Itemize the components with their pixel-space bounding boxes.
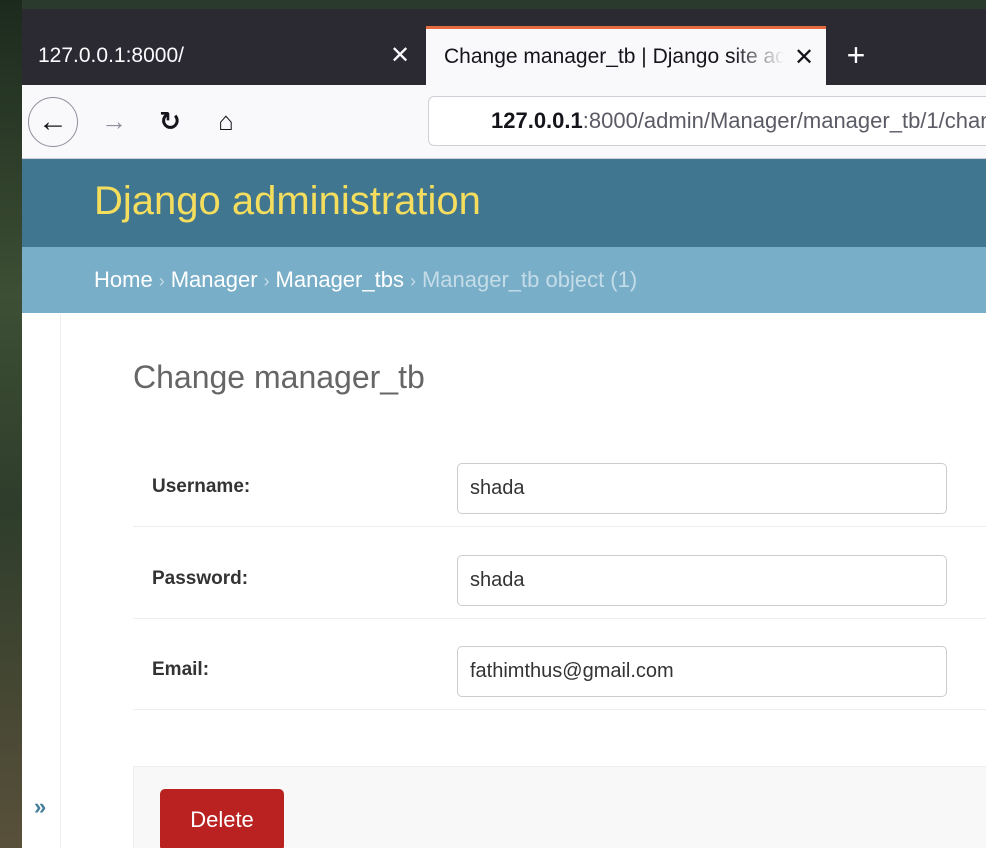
close-tab-icon[interactable]: ✕ (784, 43, 824, 72)
breadcrumb-current: Manager_tb object (1) (421, 267, 638, 292)
page-title: Change manager_tb (133, 359, 425, 395)
breadcrumb-separator: › (409, 271, 416, 291)
url-host: 127.0.0.1 (491, 108, 583, 133)
form-row-username: Username: (133, 436, 986, 527)
form-row-password: Password: (133, 528, 986, 619)
breadcrumb-app-link[interactable]: Manager (171, 267, 258, 292)
username-label: Username: (152, 476, 251, 497)
form-row-email: Email: (133, 619, 986, 710)
url-bar[interactable]: 127.0.0.1:8000/admin/Manager/manager_tb/… (428, 96, 986, 146)
tab-strip: 127.0.0.1:8000/ ✕ Change manager_tb | Dj… (22, 9, 986, 85)
navigation-bar: ← → ↻ ⌂ 127.0.0.1:8000/admin/Manager/man… (22, 85, 986, 159)
username-input[interactable] (457, 463, 947, 514)
breadcrumb-model-link[interactable]: Manager_tbs (276, 267, 404, 292)
password-label: Password: (152, 568, 249, 589)
tab-home[interactable]: 127.0.0.1:8000/ ✕ (22, 26, 422, 85)
tab-title: 127.0.0.1:8000/ (38, 43, 184, 67)
email-input[interactable] (457, 646, 947, 697)
email-label: Email: (152, 659, 210, 680)
browser-window: 127.0.0.1:8000/ ✕ Change manager_tb | Dj… (22, 9, 986, 848)
password-input[interactable] (457, 555, 947, 606)
delete-button[interactable]: Delete (160, 789, 284, 848)
breadcrumb-separator: › (263, 271, 270, 291)
main-content: Change manager_tb Username: Password: Em… (61, 314, 986, 848)
breadcrumb-separator: › (158, 271, 165, 291)
back-arrow-icon[interactable]: ← (28, 97, 78, 147)
home-icon[interactable]: ⌂ (206, 101, 246, 141)
site-title-link[interactable]: Django administration (94, 179, 481, 224)
submit-row: Delete (133, 766, 986, 848)
reload-icon[interactable]: ↻ (150, 101, 190, 141)
url-path: :8000/admin/Manager/manager_tb/1/change/ (582, 108, 986, 133)
nav-sidebar-toggle-strip[interactable]: » (22, 314, 61, 848)
breadcrumb: Home › Manager › Manager_tbs › Manager_tb obje… (22, 247, 986, 313)
tab-title: Change manager_tb | Django site admin (444, 45, 784, 68)
admin-header: Django administration (22, 159, 986, 247)
desktop-background (0, 0, 22, 848)
forward-arrow-icon[interactable]: → (94, 101, 134, 141)
url-text[interactable]: 127.0.0.1:8000/admin/Manager/manager_tb/… (491, 108, 986, 134)
new-tab-icon[interactable]: + (838, 39, 874, 76)
tab-change-manager[interactable]: Change manager_tb | Django site admin ✕ (426, 26, 826, 85)
double-chevron-right-icon[interactable]: » (34, 794, 46, 820)
close-tab-icon[interactable]: ✕ (380, 41, 420, 70)
breadcrumb-home-link[interactable]: Home (94, 267, 153, 292)
